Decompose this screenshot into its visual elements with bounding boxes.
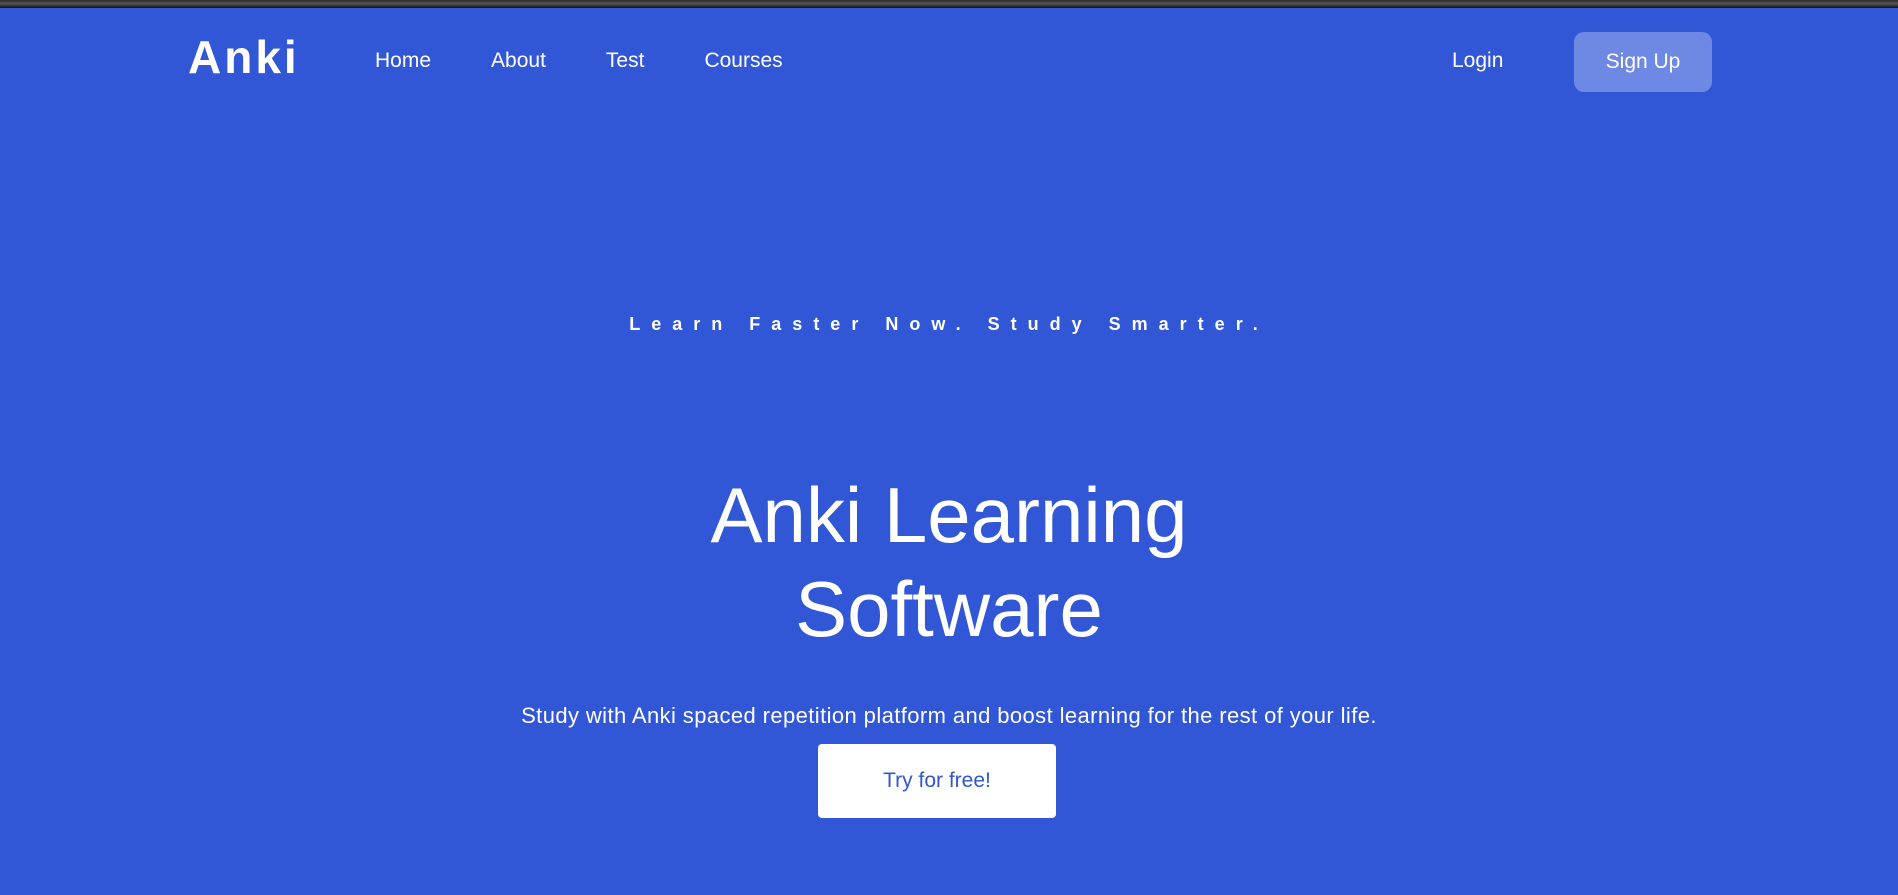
hero-title: Anki Learning Software [0,468,1898,656]
site-logo[interactable]: Anki [188,34,300,80]
sign-up-button[interactable]: Sign Up [1574,32,1712,92]
primary-navigation: Home About Test Courses [375,50,783,71]
hero-subtitle: Study with Anki spaced repetition platfo… [521,703,1377,728]
nav-link-test[interactable]: Test [606,50,645,71]
nav-link-about[interactable]: About [491,50,546,71]
nav-link-courses[interactable]: Courses [704,50,782,71]
hero-title-line-1: Anki Learning [710,471,1188,560]
top-window-strip [0,0,1898,8]
top-navbar: Anki Home About Test Courses Login Sign … [0,8,1898,116]
try-for-free-button[interactable]: Try for free! [818,744,1056,818]
hero-eyebrow-text: Learn Faster Now. Study Smarter. [629,314,1269,334]
nav-link-home[interactable]: Home [375,50,431,71]
hero-title-line-2: Software [795,565,1103,654]
login-link[interactable]: Login [1452,50,1503,71]
